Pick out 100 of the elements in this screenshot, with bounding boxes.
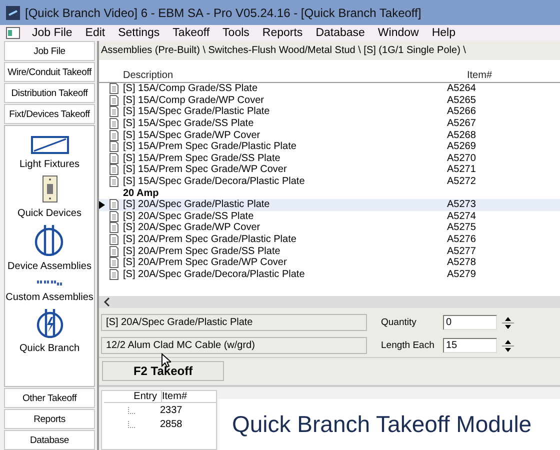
table-row[interactable]: [S] 15A/Comp Grade/SS Plate A5264 — [99, 83, 560, 95]
table-row[interactable]: [S] 20A/Prem Spec Grade/Plastic Plate A5276 — [99, 234, 560, 246]
table-row[interactable]: [S] 15A/Prem Spec Grade/Plastic Plate A5269 — [99, 140, 560, 153]
group-heading: 20 Amp — [123, 188, 160, 199]
menu-item[interactable]: Database — [314, 27, 366, 39]
sidebar-button[interactable]: Distribution Takeoff — [4, 83, 95, 103]
window-title: [Quick Branch Video] 6 - EBM SA - Pro V05.24.16 - [Quick Branch Takeoff] — [25, 6, 422, 20]
sidebar-button[interactable]: Reports — [4, 409, 95, 429]
table-cell-text: A5276 — [447, 234, 477, 246]
document-icon — [109, 234, 119, 246]
table-cell-text: A5266 — [447, 106, 477, 118]
table-cell-text: [S] 20A/Spec Grade/Plastic Plate — [123, 199, 271, 210]
tree-line-icon — [128, 406, 135, 414]
menu-item[interactable]: Help — [430, 27, 456, 39]
table-cell-text: [S] 15A/Prem Spec Grade/SS Plate — [123, 152, 282, 164]
app-logo-icon — [6, 6, 20, 20]
table-cell-text: [S] 20A/Spec Grade/Decora/Plastic Plate — [123, 268, 306, 280]
table-cell[interactable]: 2337 — [160, 404, 216, 416]
outlet-box-icon — [34, 224, 64, 256]
table-row[interactable]: [S] 20A/Spec Grade/WP Cover A5275 — [99, 222, 560, 234]
table-row[interactable]: [S] 15A/Spec Grade/SS Plate A5267 — [99, 118, 560, 130]
horizontal-scrollbar[interactable] — [99, 296, 560, 308]
tool-label[interactable]: Custom Assemblies — [6, 292, 94, 303]
menu-item[interactable]: Tools — [222, 27, 250, 39]
menu-item[interactable]: Reports — [261, 27, 304, 39]
table-row[interactable]: [S] 15A/Spec Grade/WP Cover A5268 — [99, 129, 560, 141]
scroll-left-icon[interactable] — [102, 297, 112, 307]
table-cell-text: [S] 20A/Prem Spec Grade/WP Cover — [123, 257, 288, 268]
assembly-field: [S] 20A/Spec Grade/Plastic Plate — [101, 314, 367, 331]
document-icon — [109, 199, 119, 210]
light-fixture-icon — [30, 136, 68, 154]
length-field[interactable]: 15 — [443, 338, 497, 353]
document-icon — [109, 176, 119, 188]
table-cell-text: A5265 — [447, 94, 477, 106]
table-cell-text: A5279 — [447, 268, 477, 280]
table-row[interactable]: [S] 20A/Spec Grade/Decora/Plastic Plate A5279 — [99, 268, 560, 280]
document-icon — [109, 222, 119, 234]
menu-item[interactable]: Settings — [117, 27, 161, 39]
column-header[interactable]: Entry — [104, 391, 162, 402]
table-row[interactable]: [S] 15A/Prem Spec Grade/WP Cover A5271 — [99, 164, 560, 176]
tool-label[interactable]: Quick Branch — [19, 343, 80, 354]
spinner-arrows-icon[interactable] — [501, 314, 515, 330]
table-row[interactable]: [S] 15A/Spec Grade/Plastic Plate A5266 — [99, 106, 560, 118]
tree-line-icon — [128, 420, 135, 428]
table-cell-text: [S] 15A/Spec Grade/WP Cover — [123, 130, 262, 141]
table-cell-text: [S] 15A/Comp Grade/SS Plate — [123, 83, 259, 94]
table-cell-text: A5272 — [447, 176, 477, 188]
menu-item[interactable]: Job File — [31, 27, 74, 39]
table-cell-text: [S] 15A/Spec Grade/Plastic Plate — [123, 106, 271, 118]
table-row[interactable]: [S] 20A/Prem Spec Grade/WP Cover A5278 — [99, 256, 560, 268]
sidebar-button[interactable]: Database — [4, 430, 95, 450]
table-row[interactable]: [S] 15A/Spec Grade/Decora/Plastic Plate A5272 — [99, 176, 560, 188]
breadcrumb: Assemblies (Pre-Built) \ Switches-Flush Wood/Metal Stud \ [S] (1G/1 Single Pole) \ — [100, 44, 467, 58]
document-icon — [109, 268, 119, 280]
video-caption: Quick Branch Takeoff Module — [218, 399, 560, 450]
quantity-field[interactable]: 0 — [443, 315, 497, 330]
document-icon — [109, 106, 119, 118]
sidebar-button[interactable]: Wire/Conduit Takeoff — [4, 62, 95, 82]
menu-item[interactable]: Takeoff — [172, 27, 211, 39]
takeoff-button[interactable]: F2 Takeoff — [102, 361, 224, 381]
table-cell-text: [S] 20A/Spec Grade/SS Plate — [123, 210, 255, 222]
table-cell[interactable]: 2858 — [160, 418, 216, 430]
document-icon — [109, 141, 119, 152]
table-cell-text: A5271 — [447, 164, 477, 176]
table-cell-text: A5274 — [447, 210, 477, 222]
sidebar-button[interactable]: Fixt/Devices Takeoff — [4, 104, 95, 124]
menu-item[interactable]: Window — [376, 27, 420, 39]
table-cell-text: A5267 — [447, 118, 477, 130]
document-menu-icon[interactable] — [6, 27, 20, 39]
sidebar-button[interactable]: Other Takeoff — [4, 388, 95, 408]
document-icon — [109, 210, 119, 222]
column-header[interactable]: Description — [123, 70, 467, 82]
table-row[interactable]: [S] 15A/Prem Spec Grade/SS Plate A5270 — [99, 152, 560, 164]
document-icon — [109, 118, 119, 130]
document-icon — [109, 257, 119, 268]
wall-switch-icon — [42, 175, 58, 203]
table-row[interactable]: [S] 20A/Spec Grade/SS Plate A5274 — [99, 210, 560, 222]
table-cell-text: [S] 15A/Spec Grade/SS Plate — [123, 118, 255, 130]
column-header[interactable]: Item# — [162, 391, 216, 402]
table-cell-text: A5264 — [447, 83, 477, 94]
document-icon — [109, 130, 119, 141]
document-icon — [109, 164, 119, 176]
tool-label[interactable]: Device Assemblies — [8, 261, 92, 272]
table-cell-text: [S] 15A/Prem Spec Grade/Plastic Plate — [123, 141, 298, 152]
field-label: Length Each — [381, 340, 436, 351]
table-cell-text: [S] 15A/Spec Grade/Decora/Plastic Plate — [123, 176, 306, 188]
table-row[interactable]: [S] 15A/Comp Grade/WP Cover A5265 — [99, 94, 560, 106]
table-row[interactable]: [S] 20A/Prem Spec Grade/SS Plate A5277 — [99, 245, 560, 257]
table-cell-text: A5275 — [447, 222, 477, 234]
field-label: Quantity — [381, 317, 418, 328]
table-cell-text: [S] 20A/Prem Spec Grade/Plastic Plate — [123, 234, 298, 246]
table-cell-text: A5277 — [447, 246, 477, 257]
tool-label[interactable]: Light Fixtures — [19, 159, 80, 170]
table-row[interactable]: [S] 20A/Spec Grade/Plastic Plate A5273 — [99, 198, 560, 211]
column-header[interactable]: Item# — [467, 70, 560, 82]
table-cell-text: A5270 — [447, 152, 477, 164]
sidebar-button[interactable]: Job File — [4, 41, 95, 61]
menu-item[interactable]: Edit — [84, 27, 106, 39]
spinner-arrows-icon[interactable] — [501, 338, 515, 354]
tool-label[interactable]: Quick Devices — [18, 208, 82, 219]
